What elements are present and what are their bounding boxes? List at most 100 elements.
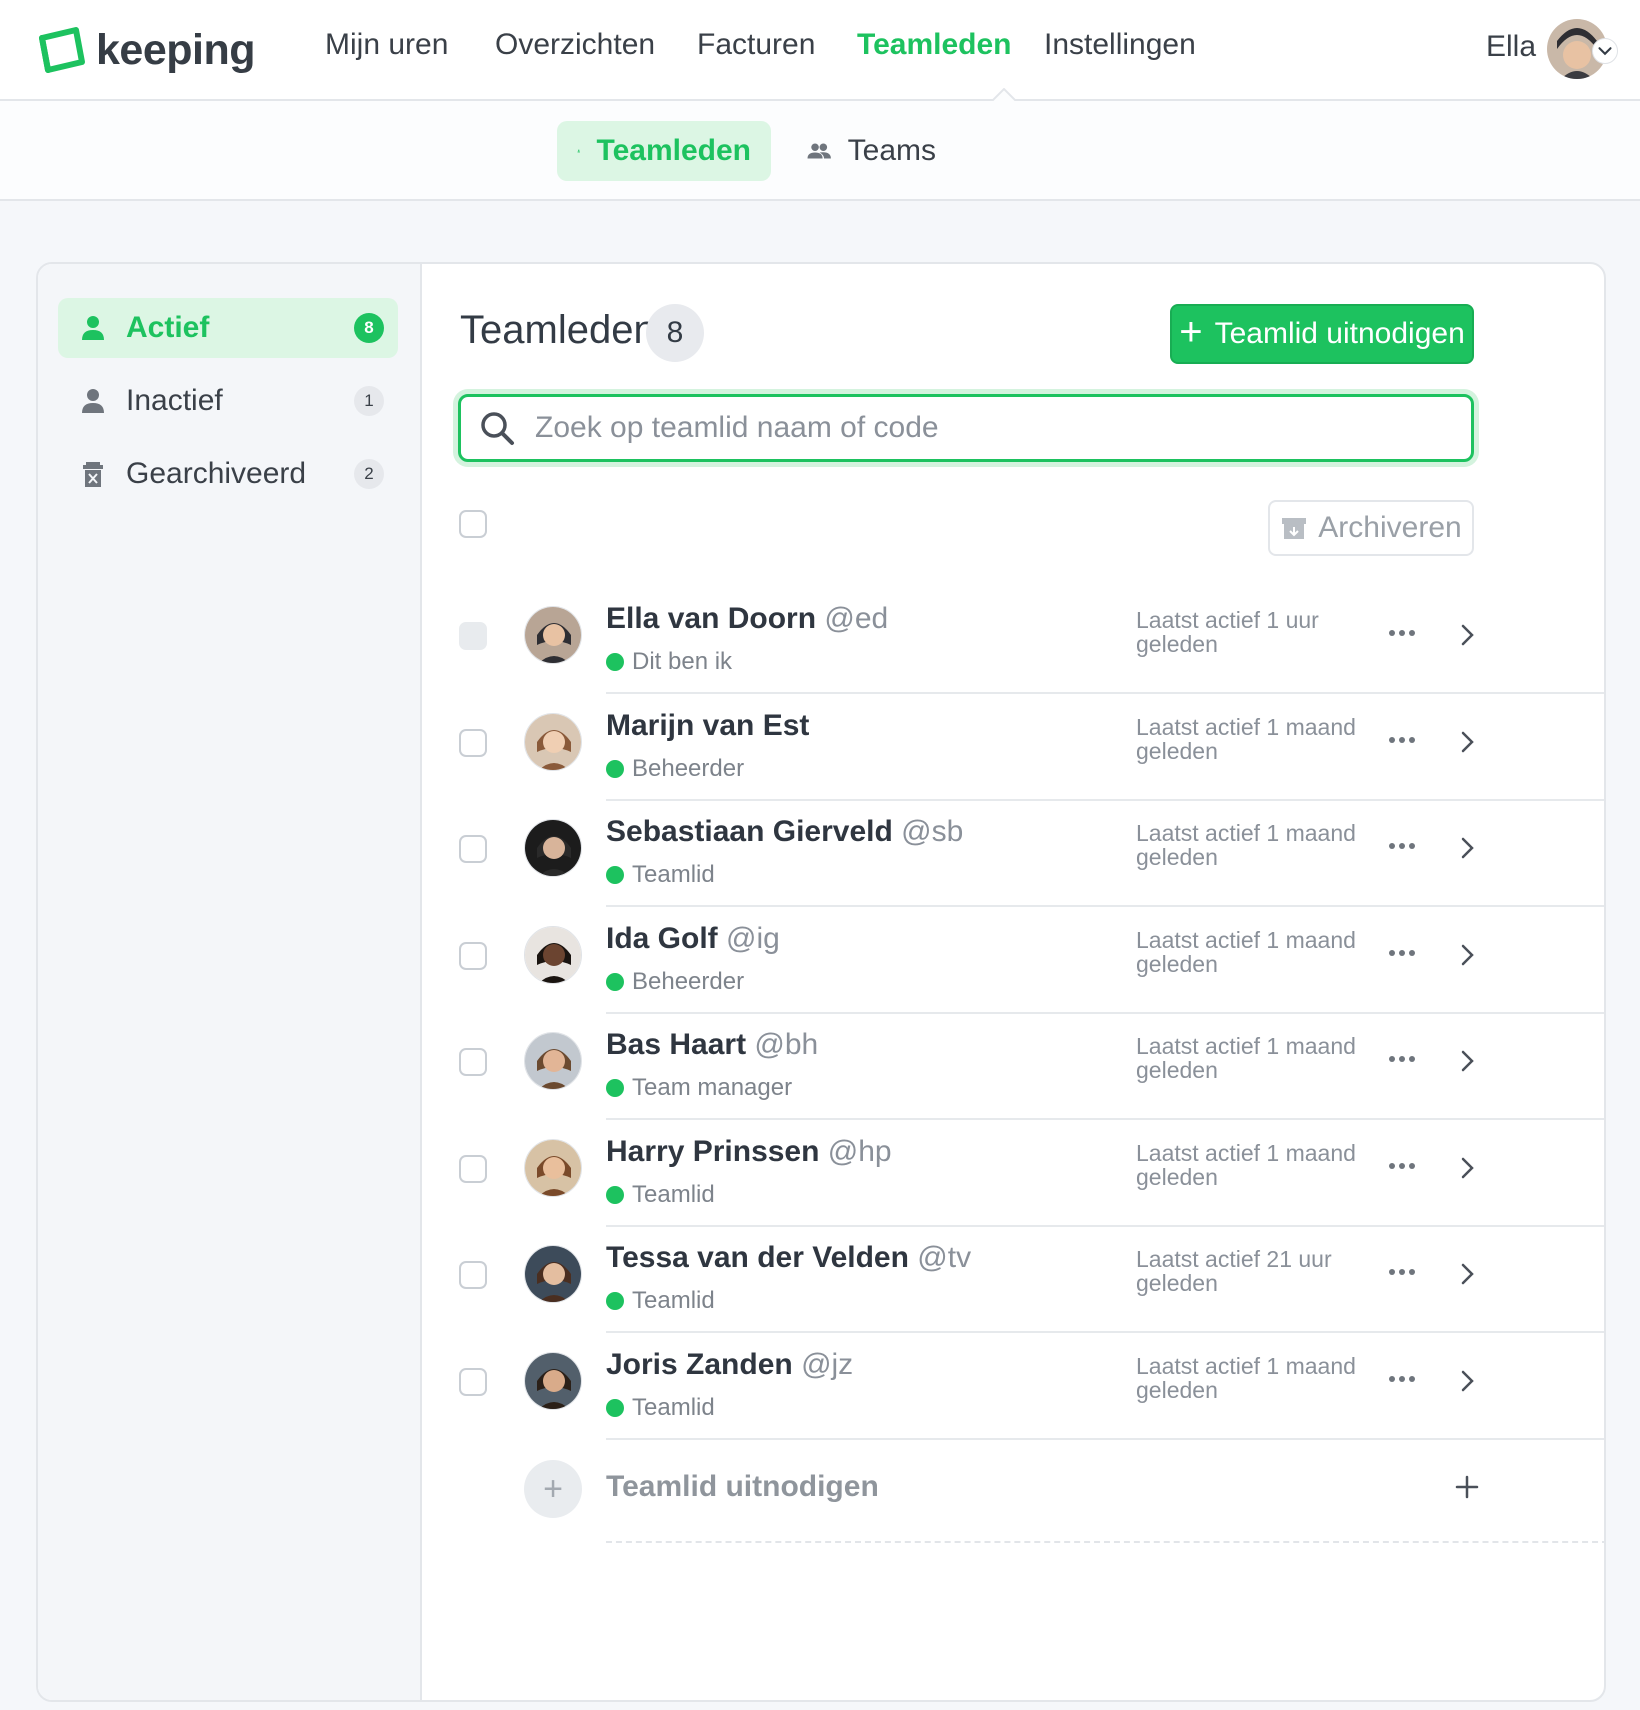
member-checkbox[interactable] — [459, 835, 487, 863]
member-role-label: Teamlid — [632, 861, 715, 888]
user-name[interactable]: Ella — [1486, 30, 1536, 64]
count-badge: 8 — [354, 313, 384, 343]
tab-teams[interactable]: Teams — [786, 121, 956, 181]
member-avatar — [524, 1351, 582, 1410]
chevron-right-icon[interactable] — [1452, 940, 1482, 970]
page-title: Teamleden — [460, 308, 656, 352]
more-options-icon[interactable] — [1382, 1151, 1422, 1181]
sidebar-item-inactief[interactable]: Inactief 1 — [58, 371, 398, 431]
invite-member-row[interactable]: + Teamlid uitnodigen — [422, 1424, 1604, 1544]
archive-button[interactable]: Archiveren — [1268, 500, 1474, 556]
member-checkbox[interactable] — [459, 1261, 487, 1289]
member-row[interactable]: Bas Haart @bh Team manager Laatst actief 1… — [422, 1004, 1604, 1120]
tab-teams-label: Teams — [847, 134, 936, 167]
search-input[interactable] — [535, 411, 1415, 445]
user-menu-chevron[interactable] — [1592, 38, 1618, 64]
member-handle: @ig — [726, 921, 780, 955]
more-options-icon[interactable] — [1382, 1364, 1422, 1394]
sidebar-item-gearchiveerd[interactable]: Gearchiveerd 2 — [58, 444, 398, 504]
tab-teamleden[interactable]: Teamleden — [557, 121, 771, 181]
nav-teamleden[interactable]: Teamleden — [857, 28, 1012, 62]
status-dot — [606, 653, 624, 671]
nav-mijn-uren[interactable]: Mijn uren — [325, 28, 448, 62]
sidebar-item-label: Gearchiveerd — [126, 457, 307, 490]
member-checkbox[interactable] — [459, 941, 487, 970]
chevron-right-icon[interactable] — [1452, 1259, 1482, 1289]
member-row[interactable]: Ella van Doorn @ed Dit ben ik Laatst actie… — [422, 578, 1604, 694]
more-options-icon[interactable] — [1382, 618, 1422, 648]
chevron-right-icon[interactable] — [1452, 727, 1482, 757]
member-role-label: Team manager — [632, 1074, 793, 1101]
member-role: Dit ben ik — [606, 648, 732, 676]
member-role-label: Beheerder — [632, 967, 745, 995]
member-checkbox[interactable] — [459, 728, 487, 757]
status-sidebar: Actief 8 Inactief 1 Gearchiveerd 2 — [38, 264, 422, 1700]
chevron-down-icon — [1598, 47, 1612, 56]
more-options-icon[interactable] — [1382, 938, 1422, 968]
member-name[interactable]: Ida Golf @ig — [606, 922, 780, 956]
member-full-name: Marijn van Est — [606, 708, 810, 742]
member-role-label: Beheerder — [632, 754, 745, 782]
member-row[interactable]: Harry Prinssen @hp Teamlid Laatst actief 1… — [422, 1111, 1604, 1227]
member-role: Beheerder — [606, 755, 744, 783]
member-avatar — [524, 606, 582, 664]
count-badge: 1 — [354, 386, 384, 416]
member-row[interactable]: Marijn van Est Beheerder Laatst actief 1 … — [422, 685, 1604, 801]
member-handle: @sb — [901, 815, 964, 848]
member-full-name: Sebastiaan Gierveld — [606, 815, 893, 848]
plus-icon[interactable] — [1452, 1472, 1482, 1502]
member-full-name: Joris Zanden — [606, 1347, 793, 1381]
member-row[interactable]: Sebastiaan Gierveld @sb Teamlid Laatst act… — [422, 791, 1604, 907]
member-role: Teamlid — [606, 1181, 715, 1209]
member-name[interactable]: Marijn van Est — [606, 709, 809, 743]
plus-icon: + — [524, 1460, 582, 1518]
nav-facturen[interactable]: Facturen — [697, 28, 815, 62]
member-checkbox[interactable] — [459, 1367, 487, 1396]
more-options-icon[interactable] — [1382, 831, 1422, 861]
member-role-label: Teamlid — [632, 1393, 715, 1421]
member-role: Team manager — [606, 1074, 792, 1102]
nav-instellingen[interactable]: Instellingen — [1044, 28, 1196, 62]
sub-navigation: Teamleden Teams — [0, 101, 1640, 201]
more-options-icon[interactable] — [1382, 1044, 1422, 1074]
nav-overzichten[interactable]: Overzichten — [495, 28, 655, 62]
member-full-name: Harry Prinssen — [606, 1134, 820, 1168]
chevron-right-icon[interactable] — [1452, 1153, 1482, 1183]
sidebar-item-label: Actief — [126, 311, 210, 344]
member-role: Teamlid — [606, 861, 715, 889]
chevron-right-icon[interactable] — [1452, 1366, 1482, 1396]
chevron-right-icon[interactable] — [1452, 833, 1482, 863]
member-checkbox[interactable] — [459, 1154, 487, 1183]
member-name[interactable]: Harry Prinssen @hp — [606, 1135, 892, 1169]
chevron-right-icon[interactable] — [1452, 620, 1482, 650]
member-name[interactable]: Joris Zanden @jz — [606, 1348, 853, 1382]
member-name[interactable]: Tessa van der Velden @tv — [606, 1241, 971, 1275]
more-options-icon[interactable] — [1382, 1257, 1422, 1287]
member-full-name: Ella van Doorn — [606, 602, 817, 635]
member-name[interactable]: Ella van Doorn @ed — [606, 602, 888, 636]
member-role: Teamlid — [606, 1394, 715, 1422]
member-full-name: Tessa van der Velden — [606, 1241, 909, 1274]
search-box[interactable] — [458, 394, 1474, 462]
sidebar-item-actief[interactable]: Actief 8 — [58, 298, 398, 358]
person-icon — [82, 389, 104, 413]
members-card: Actief 8 Inactief 1 Gearchiveerd 2 Teaml… — [36, 262, 1606, 1702]
invite-member-row-label: Teamlid uitnodigen — [606, 1470, 879, 1503]
member-row[interactable]: Ida Golf @ig Beheerder Laatst actief 1 maa… — [422, 898, 1604, 1014]
select-all-checkbox[interactable] — [459, 510, 487, 538]
member-checkbox[interactable] — [459, 1048, 487, 1076]
member-row[interactable]: Tessa van der Velden @tv Teamlid Laatst ac… — [422, 1217, 1604, 1333]
logo-icon — [39, 27, 85, 73]
member-avatar — [524, 712, 582, 771]
keeping-logo[interactable]: keeping — [36, 24, 256, 76]
member-name[interactable]: Bas Haart @bh — [606, 1028, 818, 1062]
status-dot — [606, 972, 624, 991]
member-row[interactable]: Joris Zanden @jz Teamlid Laatst actief 1 m… — [422, 1324, 1604, 1440]
invite-member-button[interactable]: + Teamlid uitnodigen — [1170, 304, 1474, 364]
status-dot — [606, 1398, 624, 1417]
member-name[interactable]: Sebastiaan Gierveld @sb — [606, 815, 963, 849]
member-handle: @ed — [824, 602, 889, 635]
chevron-right-icon[interactable] — [1452, 1046, 1482, 1076]
more-options-icon[interactable] — [1382, 725, 1422, 755]
archive-box-icon — [1282, 518, 1307, 539]
